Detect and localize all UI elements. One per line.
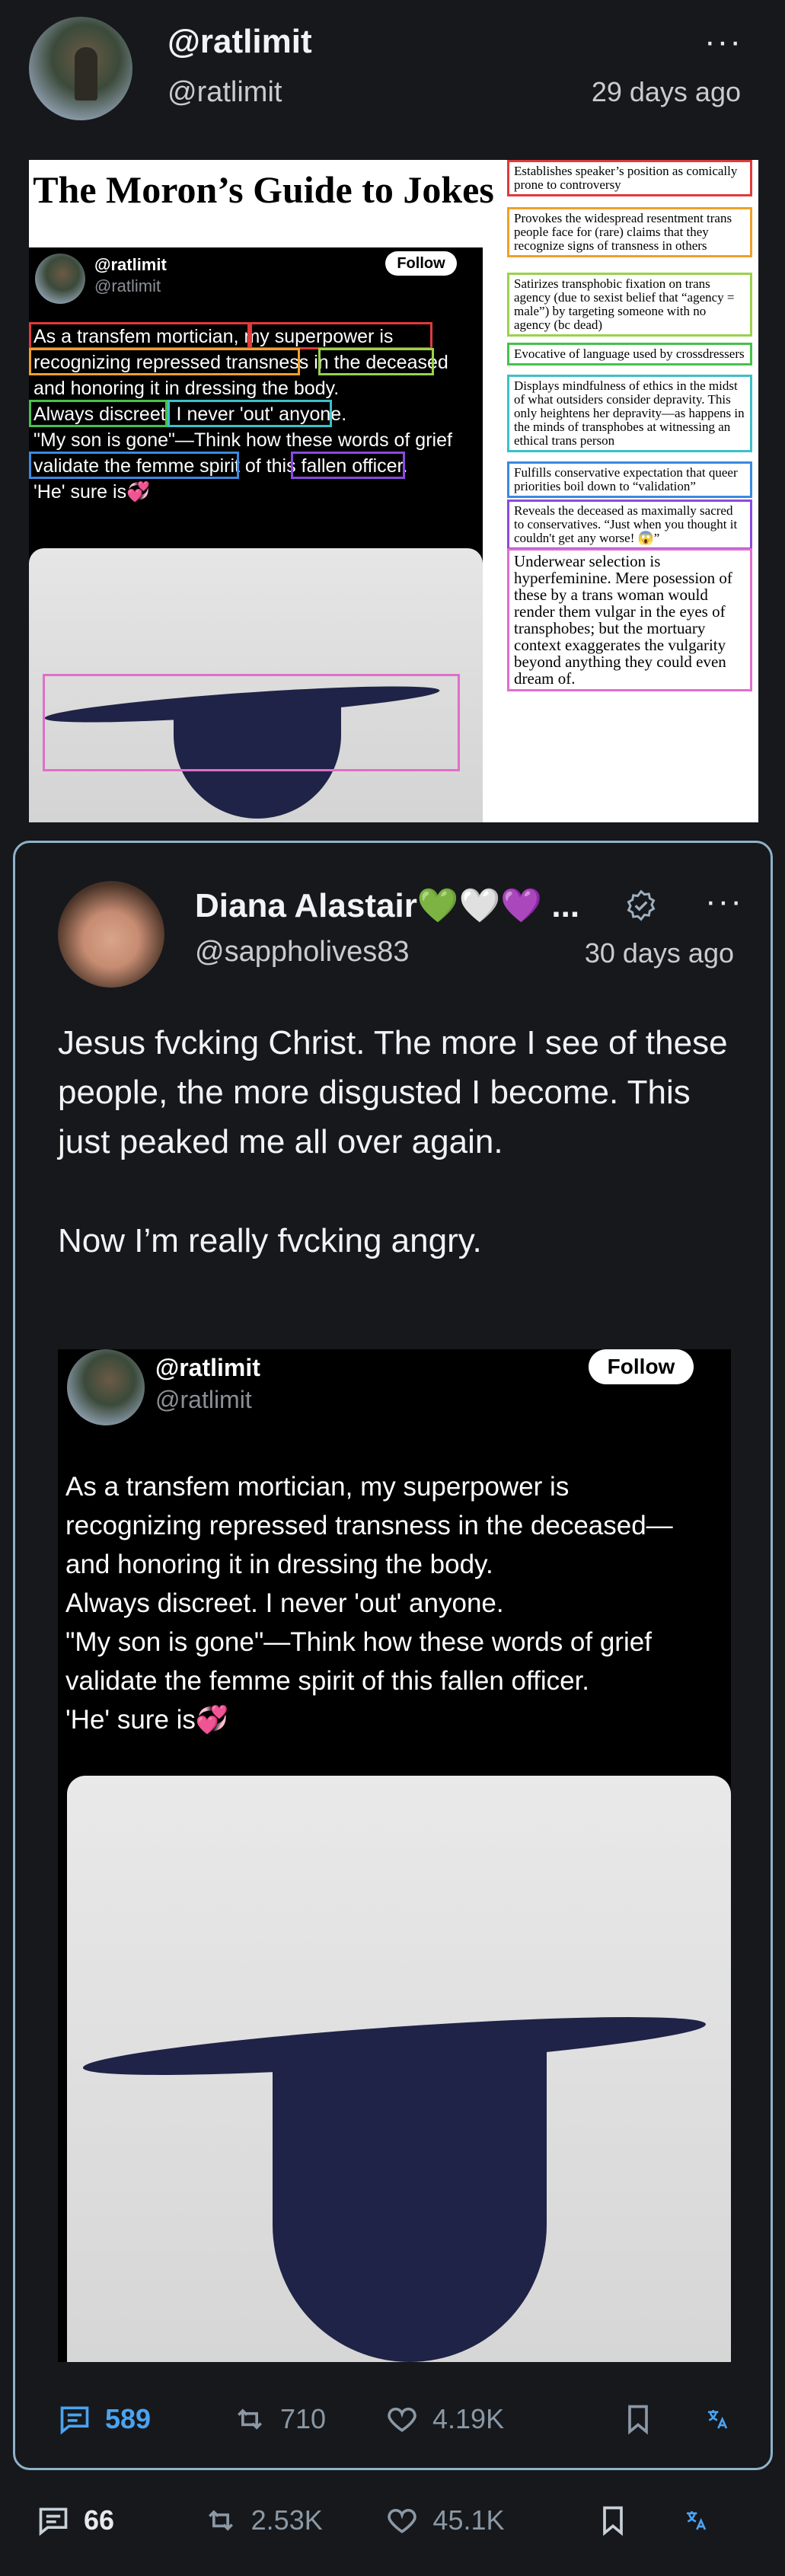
like-count: 45.1K <box>432 2504 505 2536</box>
guide-tweet-screenshot: @ratlimit @ratlimit Follow As a transfem… <box>29 247 483 822</box>
annotation-note: Provokes the widespread resentment trans… <box>507 207 752 257</box>
quote-action-bar: 589 710 4.19K <box>58 2389 743 2450</box>
highlight-box <box>29 452 239 479</box>
quote-author-display-name[interactable]: Diana Alastair💚🤍💜 ... <box>195 886 579 925</box>
embedded-tweet-text: As a transfem mortician, my superpower i… <box>65 1472 673 1735</box>
bookmark-icon <box>603 2506 624 2536</box>
highlight-box <box>291 452 405 479</box>
quote-author-handle[interactable]: @sappholives83 <box>195 936 410 969</box>
guide-tweet-photo <box>29 548 483 822</box>
quote-reply-count: 589 <box>105 2403 152 2434</box>
translate-button[interactable] <box>684 2504 722 2537</box>
highlight-box <box>29 348 300 375</box>
highlight-box <box>29 322 250 350</box>
annotation-note: Evocative of language used by crossdress… <box>507 343 752 365</box>
heart-icon <box>388 2508 417 2533</box>
quote-body-text: Jesus fvcking Christ. The more I see of … <box>58 1024 728 1259</box>
more-options-icon[interactable]: ··· <box>704 23 742 61</box>
post-actions-row: 66 2.53K 45.1K <box>37 2490 722 2551</box>
repost-icon <box>238 2408 262 2430</box>
guide-tweet-handle: @ratlimit <box>94 276 161 295</box>
post-header: @ratlimit @ratlimit ··· 29 days ago <box>0 0 785 137</box>
guide-title: The Moron’s Guide to Jokes <box>33 168 494 211</box>
quote-like-count: 4.19K <box>432 2403 505 2434</box>
quote-like-button[interactable]: 4.19K <box>385 2402 621 2436</box>
annotation-note: Displays mindfulness of ethics in the mi… <box>507 375 752 452</box>
attached-guide-image[interactable]: The Moron’s Guide to Jokes @ratlimit @ra… <box>29 160 758 822</box>
author-avatar[interactable] <box>29 17 132 120</box>
annotation-note: Reveals the deceased as maximally sacred… <box>507 500 752 550</box>
reply-button[interactable]: 66 <box>37 2504 204 2537</box>
repost-icon <box>208 2510 233 2531</box>
bookmark-icon <box>628 2405 648 2435</box>
translate-icon <box>687 2511 707 2530</box>
annotation-note: Fulfills conservative expectation that q… <box>507 461 752 498</box>
verified-badge-icon <box>624 889 658 922</box>
highlight-box <box>168 400 332 427</box>
quoted-post-card[interactable]: Diana Alastair💚🤍💜 ... ··· @sappholives83… <box>13 841 773 2470</box>
embedded-tweet-handle: @ratlimit <box>155 1386 252 1413</box>
photo-garment <box>273 2038 547 2362</box>
repost-button[interactable]: 2.53K <box>204 2504 386 2537</box>
highlight-box <box>318 348 434 375</box>
repost-count: 2.53K <box>250 2504 323 2536</box>
embedded-tweet-avatar <box>67 1349 145 1425</box>
embedded-tweet-image[interactable]: @ratlimit @ratlimit Follow As a transfem… <box>58 1349 731 2362</box>
heart-icon <box>388 2407 416 2432</box>
guide-follow-button: Follow <box>385 251 457 276</box>
quote-timestamp: 30 days ago <box>584 937 734 969</box>
annotation-note: Underwear selection is hyperfeminine. Me… <box>507 548 752 691</box>
translate-icon <box>708 2410 728 2429</box>
quote-author-avatar[interactable] <box>58 881 164 988</box>
embedded-tweet-name: @ratlimit <box>155 1354 260 1381</box>
highlight-box <box>29 400 168 427</box>
quote-repost-count: 710 <box>280 2403 327 2434</box>
reply-icon <box>60 2406 89 2435</box>
author-display-name[interactable]: @ratlimit <box>168 23 312 61</box>
guide-tweet-avatar <box>35 254 85 304</box>
highlight-box <box>250 322 432 350</box>
quote-reply-button[interactable]: 589 <box>58 2402 233 2436</box>
annotation-note: Satirizes transphobic fixation on trans … <box>507 273 752 337</box>
post-action-bar: 66 2.53K 45.1K <box>0 2490 785 2566</box>
quote-repost-button[interactable]: 710 <box>233 2402 385 2436</box>
annotation-note: Establishes speaker’s position as comica… <box>507 160 752 196</box>
bookmark-button[interactable] <box>596 2504 684 2537</box>
author-handle[interactable]: @ratlimit <box>168 76 282 109</box>
reply-icon <box>39 2507 68 2536</box>
highlight-box <box>43 674 460 771</box>
guide-tweet-name: @ratlimit <box>94 255 167 274</box>
embedded-tweet-photo <box>67 1776 731 2362</box>
quote-bookmark-button[interactable] <box>621 2402 705 2436</box>
quote-more-options-icon[interactable]: ··· <box>705 883 743 921</box>
quote-translate-button[interactable] <box>705 2402 743 2436</box>
like-button[interactable]: 45.1K <box>385 2504 596 2537</box>
reply-count: 66 <box>84 2504 115 2536</box>
post-timestamp: 29 days ago <box>591 76 741 107</box>
embedded-follow-button: Follow <box>589 1349 694 1384</box>
